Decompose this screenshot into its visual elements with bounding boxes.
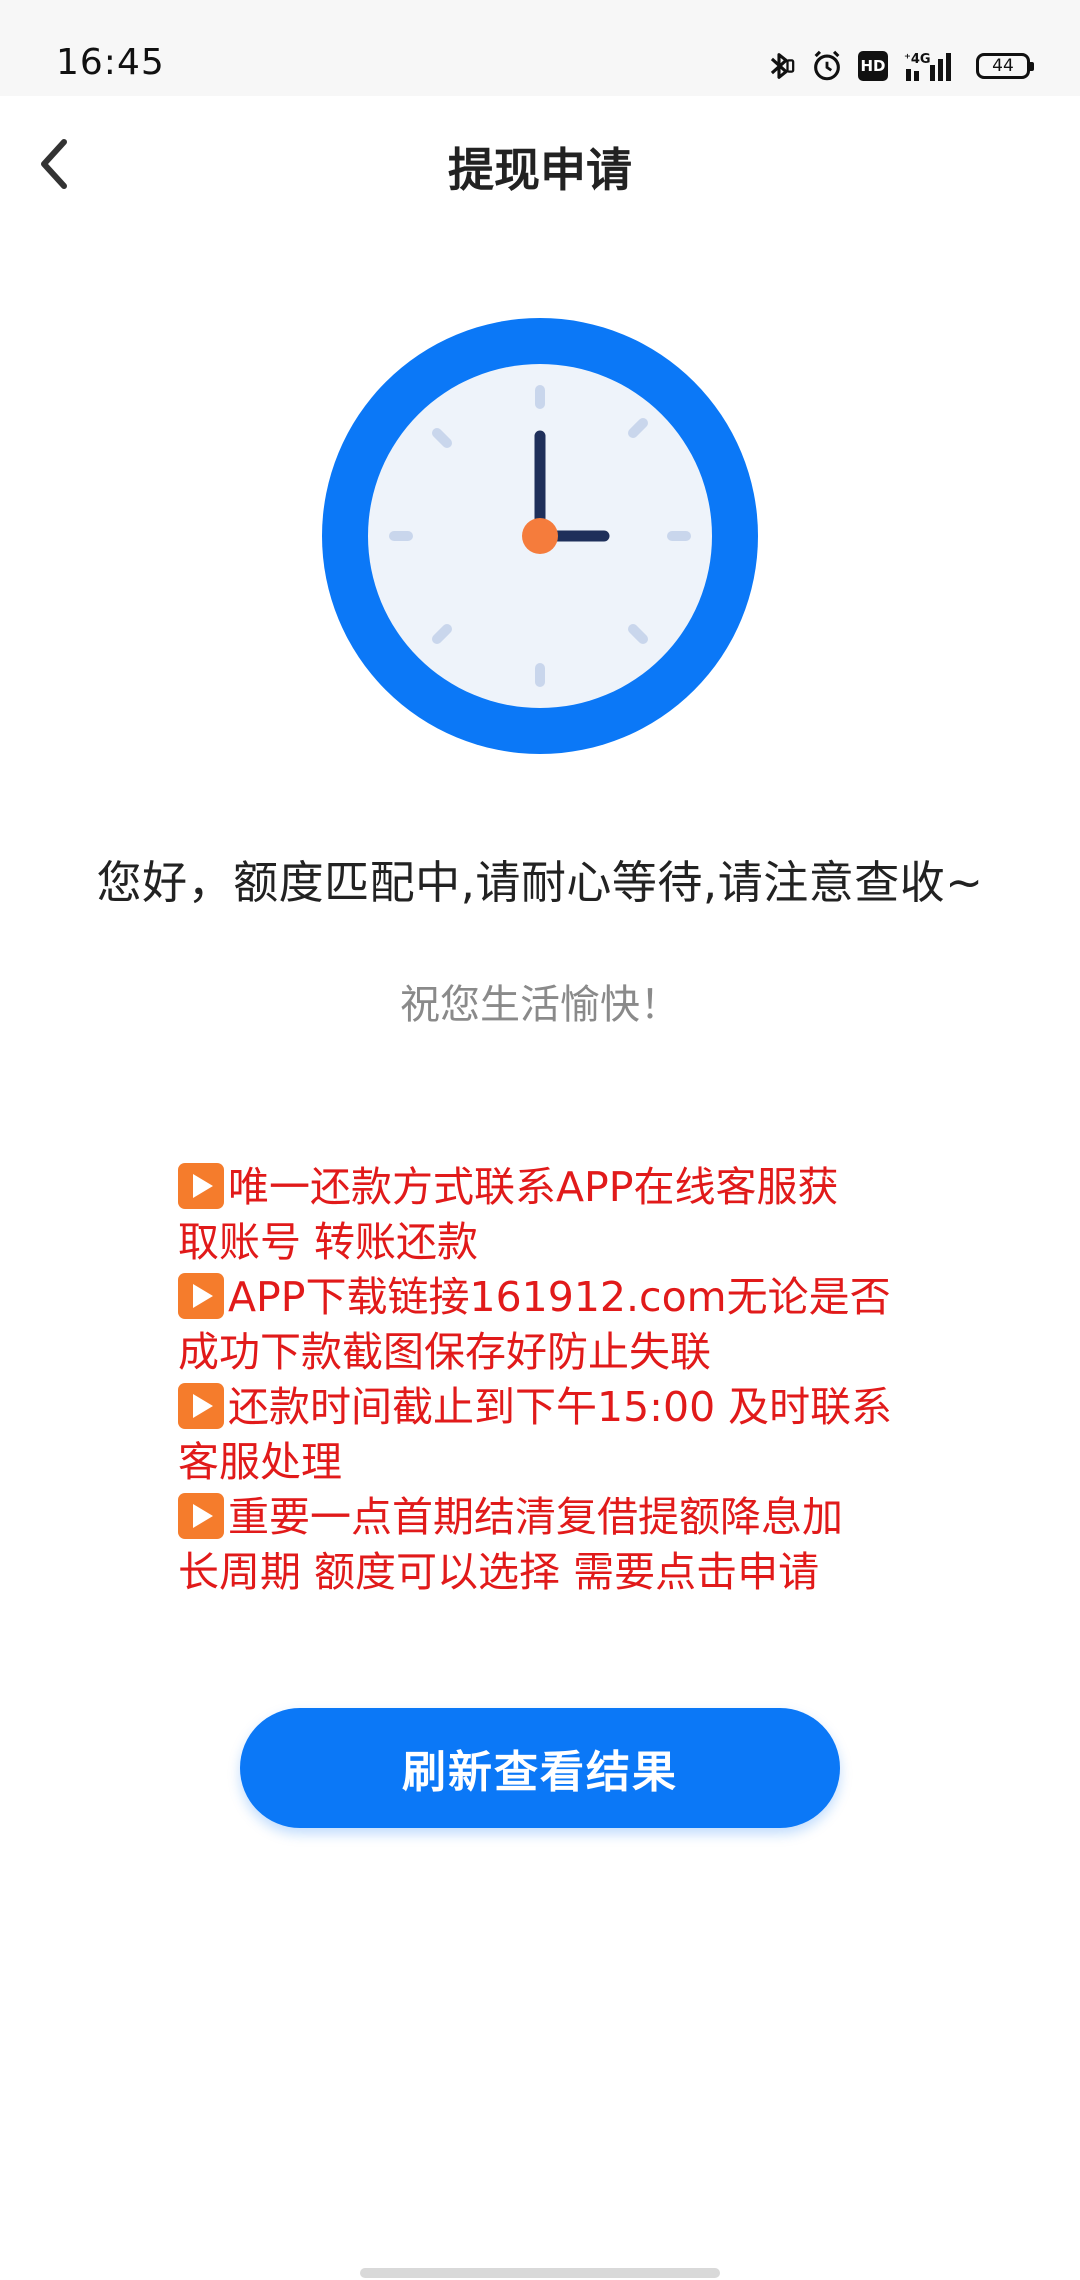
status-icons: HD ⁺4G 44	[762, 46, 1034, 86]
notice-line: 长周期 额度可以选择 需要点击申请	[178, 1548, 820, 1596]
status-bar: 16:45 HD ⁺4G 44	[0, 0, 1080, 96]
notice-line: 取账号 转账还款	[178, 1218, 479, 1266]
alarm-icon	[810, 49, 844, 83]
notice-line: 唯一还款方式联系APP在线客服获	[178, 1160, 918, 1215]
notice-line: 成功下款截图保存好防止失联	[178, 1328, 711, 1376]
notice-line: 客服处理	[178, 1438, 342, 1486]
wish-text: 祝您生活愉快！	[400, 982, 680, 1028]
signal-icon: ⁺4G	[902, 49, 962, 83]
hd-icon: HD	[858, 51, 888, 81]
home-indicator[interactable]	[360, 2268, 720, 2278]
page-title: 提现申请	[448, 143, 632, 197]
battery-icon: 44	[976, 53, 1034, 79]
notice-line: APP下载链接161912.com无论是否	[178, 1270, 918, 1325]
notice-line: 还款时间截止到下午15:00 及时联系	[178, 1380, 918, 1435]
play-icon	[178, 1163, 224, 1209]
status-time: 16:45	[56, 42, 165, 83]
notice-line: 重要一点首期结清复借提额降息加	[178, 1490, 918, 1545]
notice-block: 唯一还款方式联系APP在线客服获 取账号 转账还款 APP下载链接161912.…	[178, 1160, 918, 1600]
play-icon	[178, 1493, 224, 1539]
refresh-result-button[interactable]: 刷新查看结果	[240, 1708, 840, 1828]
clock-icon	[322, 318, 758, 754]
status-message: 您好，额度匹配中,请耐心等待,请注意查收~	[96, 856, 984, 909]
play-icon	[178, 1273, 224, 1319]
battery-level: 44	[992, 55, 1014, 76]
bluetooth-icon	[762, 49, 796, 83]
svg-text:⁺4G: ⁺4G	[904, 52, 931, 67]
header: 提现申请	[0, 96, 1080, 232]
play-icon	[178, 1383, 224, 1429]
